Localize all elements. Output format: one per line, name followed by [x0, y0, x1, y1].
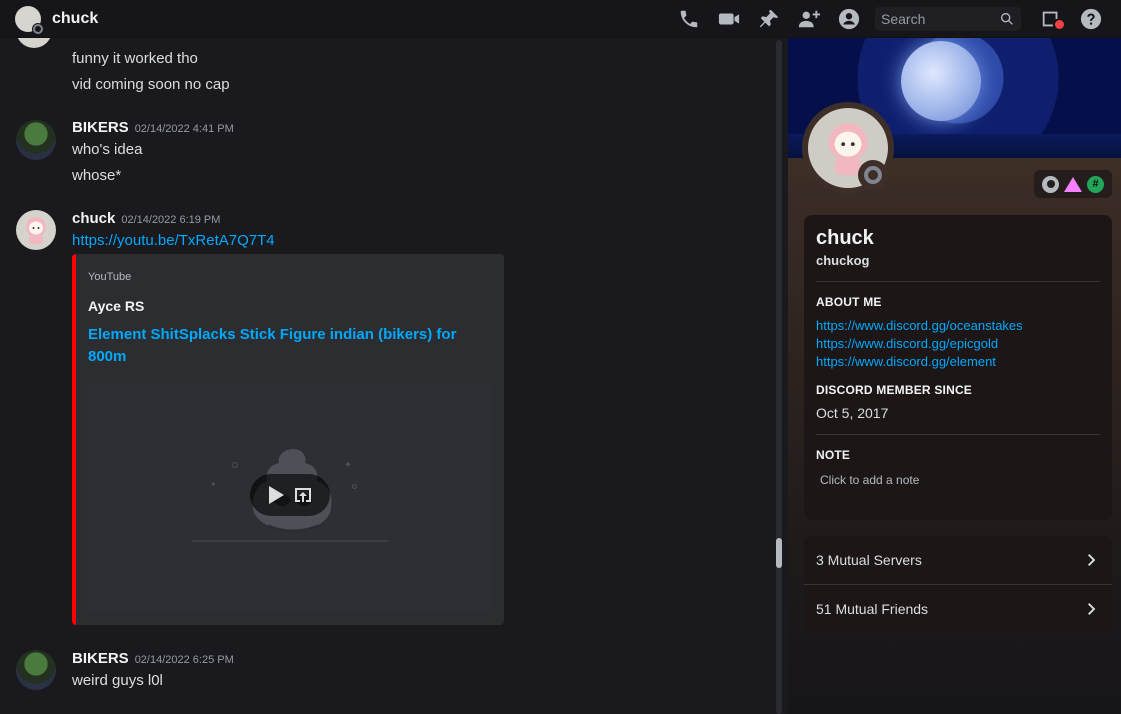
- avatar[interactable]: [16, 120, 56, 160]
- hypesquad-badge-icon[interactable]: [1064, 176, 1082, 192]
- badge-list: #: [1034, 170, 1112, 198]
- open-external-icon[interactable]: [293, 486, 313, 504]
- sparkle-icon: ✦: [344, 460, 353, 471]
- status-indicator-icon: [32, 22, 44, 35]
- search-placeholder: Search: [881, 11, 926, 27]
- help-icon: [1080, 8, 1102, 30]
- message-author[interactable]: BIKERS: [72, 119, 129, 136]
- video-camera-icon: [718, 13, 740, 25]
- add-friends-to-dm-button[interactable]: [789, 0, 829, 38]
- avatar[interactable]: [16, 210, 56, 250]
- message-text: weird guys l0l: [72, 672, 163, 689]
- status-indicator-icon: [858, 160, 888, 190]
- mutual-servers-row[interactable]: 3 Mutual Servers: [804, 536, 1112, 584]
- member-since-heading: DISCORD MEMBER SINCE: [816, 383, 973, 397]
- message-text: whose*: [72, 167, 122, 184]
- note-input[interactable]: Click to add a note: [820, 473, 919, 487]
- profile-info-card: chuck chuckog ABOUT ME https://www.disco…: [804, 215, 1112, 520]
- message-text: who's idea: [72, 141, 143, 158]
- chevron-right-icon: [1088, 554, 1096, 566]
- message-timestamp: 02/14/2022 6:19 PM: [121, 214, 221, 226]
- about-link[interactable]: https://www.discord.gg/oceanstakes: [816, 318, 1023, 333]
- chevron-right-icon: [1088, 603, 1096, 615]
- voice-call-button[interactable]: [669, 0, 709, 38]
- unread-dot-icon: [1055, 20, 1064, 29]
- message-header: BIKERS 02/14/2022 4:41 PM: [72, 119, 234, 136]
- help-button[interactable]: [1071, 0, 1111, 38]
- video-thumbnail[interactable]: ✦ ✦: [88, 384, 492, 610]
- toolbar: Search: [669, 0, 1111, 38]
- username: chuckog: [816, 253, 870, 268]
- user-profile-panel: # chuck chuckog ABOUT ME https://www.dis…: [788, 38, 1121, 714]
- search-icon: [1001, 13, 1013, 25]
- message-header: chuck 02/14/2022 6:19 PM: [72, 210, 220, 227]
- pin-icon: [759, 9, 779, 28]
- embed-title[interactable]: Element ShitSplacks Stick Figure indian …: [88, 324, 488, 368]
- phone-icon: [680, 10, 698, 28]
- display-name: chuck: [816, 227, 874, 249]
- hashtag-badge-icon[interactable]: #: [1087, 175, 1104, 193]
- sparkle-icon: [232, 462, 238, 468]
- message-link[interactable]: https://youtu.be/TxRetA7Q7T4: [72, 232, 275, 249]
- avatar[interactable]: [16, 38, 52, 48]
- message-author[interactable]: BIKERS: [72, 650, 129, 667]
- mutuals-card: 3 Mutual Servers 51 Mutual Friends: [804, 536, 1112, 633]
- embed-author[interactable]: Ayce RS: [88, 298, 144, 314]
- embed-provider[interactable]: YouTube: [88, 271, 131, 283]
- title-bar: chuck Search: [0, 0, 1121, 38]
- message-author[interactable]: chuck: [72, 210, 115, 227]
- message-text: vid coming soon no cap: [72, 76, 230, 93]
- about-link[interactable]: https://www.discord.gg/epicgold: [816, 336, 998, 351]
- profile-icon: [838, 8, 860, 30]
- divider: [816, 434, 1100, 435]
- hooded-character-icon: [26, 217, 46, 244]
- nitro-badge-icon[interactable]: [1042, 175, 1059, 193]
- avatar[interactable]: [16, 650, 56, 690]
- divider: [816, 281, 1100, 282]
- scrollbar[interactable]: [776, 40, 782, 714]
- member-since-date: Oct 5, 2017: [816, 405, 889, 421]
- message-timestamp: 02/14/2022 6:25 PM: [134, 654, 234, 666]
- youtube-embed: YouTube Ayce RS Element ShitSplacks Stic…: [72, 254, 504, 625]
- message-timestamp: 02/14/2022 4:41 PM: [134, 123, 234, 135]
- pinned-messages-button[interactable]: [749, 0, 789, 38]
- video-call-button[interactable]: [709, 0, 749, 38]
- message-text: funny it worked tho: [72, 50, 198, 67]
- play-icon[interactable]: [267, 485, 285, 505]
- user-profile-toggle-button[interactable]: [829, 0, 869, 38]
- message-list[interactable]: funny it worked tho vid coming soon no c…: [0, 38, 788, 714]
- dm-avatar[interactable]: [15, 5, 44, 35]
- scrollbar-thumb[interactable]: [776, 538, 782, 568]
- sparkle-icon: ✦: [210, 480, 217, 489]
- mutual-friends-label: 51 Mutual Friends: [816, 601, 929, 617]
- moon-image: [901, 41, 981, 121]
- search-input[interactable]: Search: [875, 7, 1021, 31]
- inbox-button[interactable]: [1031, 0, 1071, 38]
- ground-line: [192, 540, 388, 542]
- message-header: BIKERS 02/14/2022 6:25 PM: [72, 650, 234, 667]
- sparkle-icon: [352, 484, 357, 489]
- mutual-servers-label: 3 Mutual Servers: [816, 552, 922, 568]
- about-link[interactable]: https://www.discord.gg/element: [816, 354, 996, 369]
- channel-title[interactable]: chuck: [52, 10, 98, 28]
- mutual-friends-row[interactable]: 51 Mutual Friends: [804, 585, 1112, 633]
- note-heading: NOTE: [816, 448, 851, 462]
- about-me-heading: ABOUT ME: [816, 295, 882, 309]
- add-user-icon: [798, 10, 820, 28]
- video-controls: [250, 474, 330, 516]
